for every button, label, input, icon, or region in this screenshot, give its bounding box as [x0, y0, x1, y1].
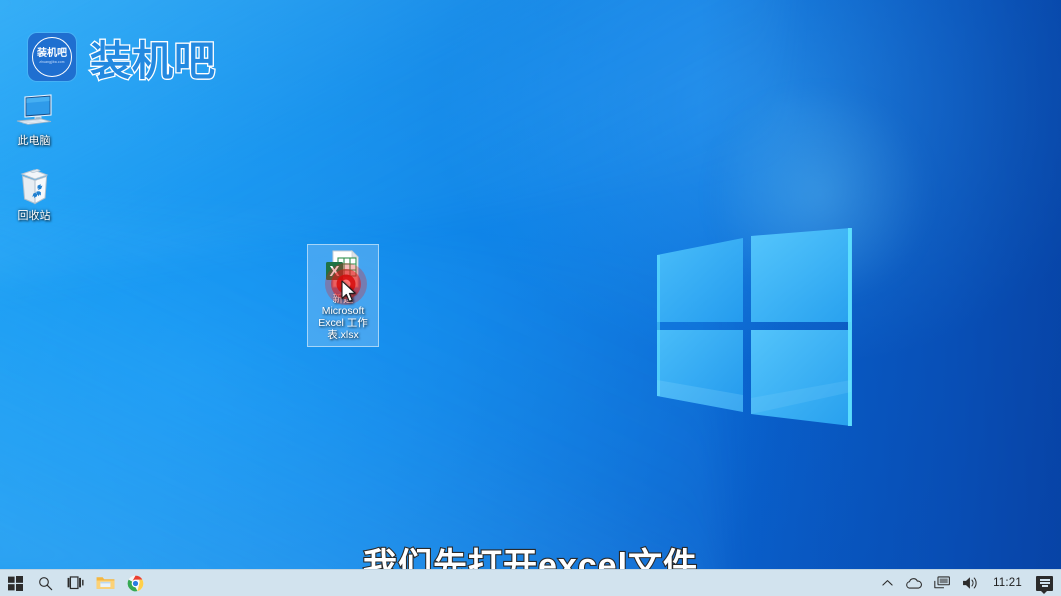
taskbar: 11:21	[0, 569, 1061, 596]
excel-file-icon: X	[310, 249, 376, 291]
notification-line	[1039, 579, 1050, 581]
notification-center-button[interactable]	[1030, 570, 1059, 596]
notification-line	[1041, 585, 1048, 587]
task-view-button[interactable]	[60, 570, 90, 596]
brand-logo-badge: 装机吧 zhuangjiba.com	[28, 33, 76, 81]
file-explorer-button[interactable]	[90, 570, 120, 596]
windows-start-icon	[7, 575, 23, 591]
chrome-icon	[127, 575, 143, 591]
tray-volume-button[interactable]	[956, 570, 985, 596]
brand-logo-ring: 装机吧 zhuangjiba.com	[32, 37, 72, 77]
tray-onedrive-button[interactable]	[899, 570, 928, 596]
start-button[interactable]	[0, 570, 30, 596]
notification-line	[1039, 582, 1050, 584]
computer-icon	[2, 88, 66, 132]
network-icon	[934, 576, 950, 589]
file-explorer-icon	[96, 577, 114, 589]
taskbar-buttons	[0, 570, 150, 596]
speaker-icon	[963, 577, 977, 589]
desktop-icon-label: 此电脑	[17, 135, 51, 147]
system-tray: 11:21	[876, 570, 1061, 596]
desktop-icon-excel-file[interactable]: X 新建 Microsoft Excel 工作表.xlsx	[307, 244, 379, 347]
tray-overflow-button[interactable]	[876, 570, 899, 596]
brand-logo-subtext: zhuangjiba.com	[39, 60, 65, 65]
task-view-icon	[67, 576, 84, 590]
desktop-icon-this-pc[interactable]: 此电脑	[2, 88, 66, 148]
desktop-icon-recycle-bin[interactable]: 回收站	[2, 163, 66, 223]
recycle-bin-icon	[2, 163, 66, 207]
search-button[interactable]	[30, 570, 60, 596]
chevron-up-icon	[882, 580, 893, 586]
windows-hero-logo	[655, 228, 853, 430]
taskbar-clock[interactable]: 11:21	[985, 570, 1030, 596]
tray-network-button[interactable]	[928, 570, 956, 596]
brand-watermark: 装机吧 zhuangjiba.com 装机吧	[28, 27, 216, 87]
brand-logo-text: 装机吧	[37, 48, 67, 60]
brand-wordmark: 装机吧	[89, 37, 217, 86]
desktop-icon-label: 新建 Microsoft Excel 工作表.xlsx	[318, 293, 368, 341]
svg-text:X: X	[329, 263, 339, 280]
chrome-button[interactable]	[120, 570, 150, 596]
search-icon	[38, 576, 52, 590]
cloud-icon	[906, 577, 922, 589]
desktop-screen: 装机吧 zhuangjiba.com 装机吧 此电脑 回收站 X 新建 Micr…	[0, 0, 1061, 596]
desktop-icon-label: 回收站	[17, 210, 51, 222]
desktop-wallpaper	[0, 0, 1061, 596]
notification-icon	[1036, 575, 1053, 594]
